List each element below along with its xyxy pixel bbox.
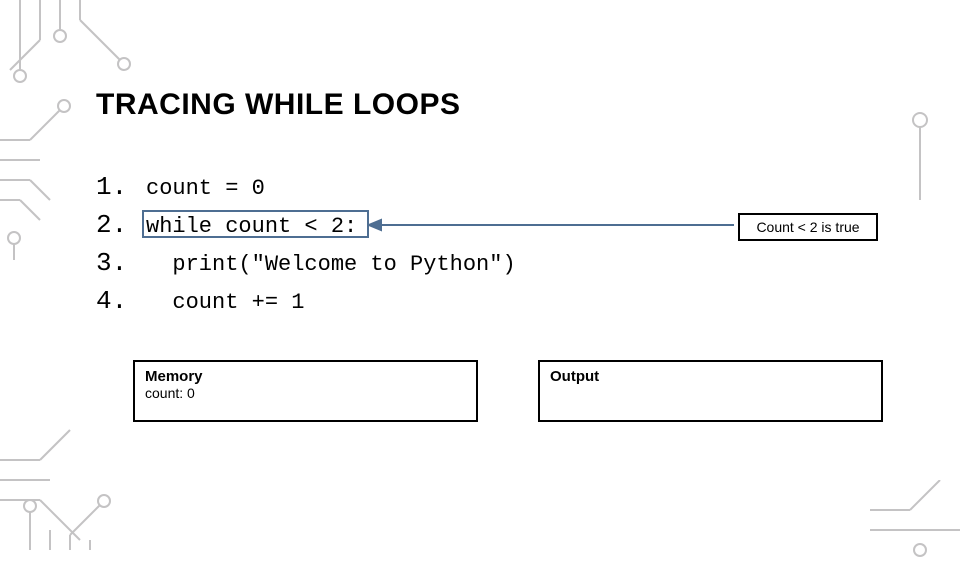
line-number: 2. — [96, 210, 146, 240]
code-line-4: 4. count += 1 — [96, 286, 516, 324]
output-title: Output — [550, 368, 871, 385]
circuit-decoration-bottom-right — [870, 480, 960, 560]
annotation-arrow — [369, 215, 739, 235]
code-line-1: 1. count = 0 — [96, 172, 516, 210]
line-number: 3. — [96, 248, 146, 278]
memory-title: Memory — [145, 368, 466, 385]
annotation-box: Count < 2 is true — [738, 213, 878, 241]
output-panel: Output — [538, 360, 883, 422]
slide-title: TRACING WHILE LOOPS — [96, 88, 461, 122]
current-line-highlight — [142, 210, 369, 238]
line-number: 4. — [96, 286, 146, 316]
memory-body: count: 0 — [145, 385, 466, 401]
circuit-decoration-top-right — [900, 0, 960, 200]
code-line-3: 3. print("Welcome to Python") — [96, 248, 516, 286]
code-text: print("Welcome to Python") — [146, 252, 516, 277]
code-block: 1. count = 0 2. while count < 2: 3. prin… — [96, 172, 516, 324]
memory-panel: Memory count: 0 — [133, 360, 478, 422]
code-text: count += 1 — [146, 290, 304, 315]
circuit-decoration-bottom-left — [0, 420, 200, 580]
code-text: count = 0 — [146, 176, 265, 201]
line-number: 1. — [96, 172, 146, 202]
annotation-text: Count < 2 is true — [756, 219, 859, 235]
